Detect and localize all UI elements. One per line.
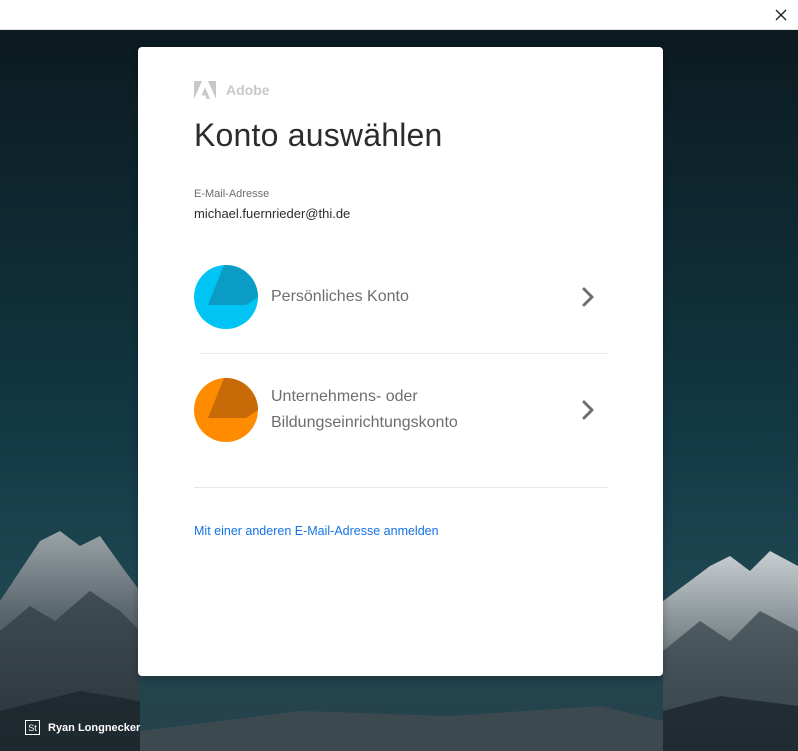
page-title: Konto auswählen	[194, 117, 443, 153]
account-avatar-icon	[208, 265, 258, 305]
close-icon	[775, 9, 787, 21]
photo-credit[interactable]: St Ryan Longnecker	[25, 720, 140, 735]
business-account-avatar	[194, 378, 258, 442]
adobe-brand-name: Adobe	[226, 82, 270, 98]
business-account-label-line2: Bildungseinrichtungskonto	[271, 414, 458, 431]
title-bar	[0, 0, 798, 30]
personal-account-option[interactable]: Persönliches Konto	[194, 265, 608, 329]
personal-account-label: Persönliches Konto	[271, 288, 409, 305]
personal-account-avatar	[194, 265, 258, 329]
divider	[194, 487, 608, 488]
photo-credit-name: Ryan Longnecker	[48, 721, 141, 734]
business-account-label-line1: Unternehmens- oder	[271, 388, 418, 405]
adobe-sign-in-window: St Ryan Longnecker Adobe Konto auswählen…	[0, 0, 798, 751]
email-value: michael.fuernrieder@thi.de	[194, 206, 351, 221]
adobe-logo-icon	[194, 81, 216, 99]
chevron-right-icon	[578, 287, 598, 307]
close-button[interactable]	[768, 2, 794, 28]
email-label: E-Mail-Adresse	[194, 188, 270, 200]
business-account-option[interactable]: Unternehmens- oder Bildungseinrichtungsk…	[194, 378, 608, 442]
use-other-email-link[interactable]: Mit einer anderen E-Mail-Adresse anmelde…	[194, 524, 439, 538]
business-account-label: Unternehmens- oder Bildungseinrichtungsk…	[271, 384, 578, 436]
adobe-stock-badge-icon: St	[25, 720, 40, 735]
divider	[200, 353, 608, 354]
account-avatar-icon	[208, 378, 258, 418]
account-selection-card: Adobe Konto auswählen E-Mail-Adresse mic…	[138, 47, 663, 676]
chevron-right-icon	[578, 400, 598, 420]
adobe-brand: Adobe	[194, 81, 270, 99]
